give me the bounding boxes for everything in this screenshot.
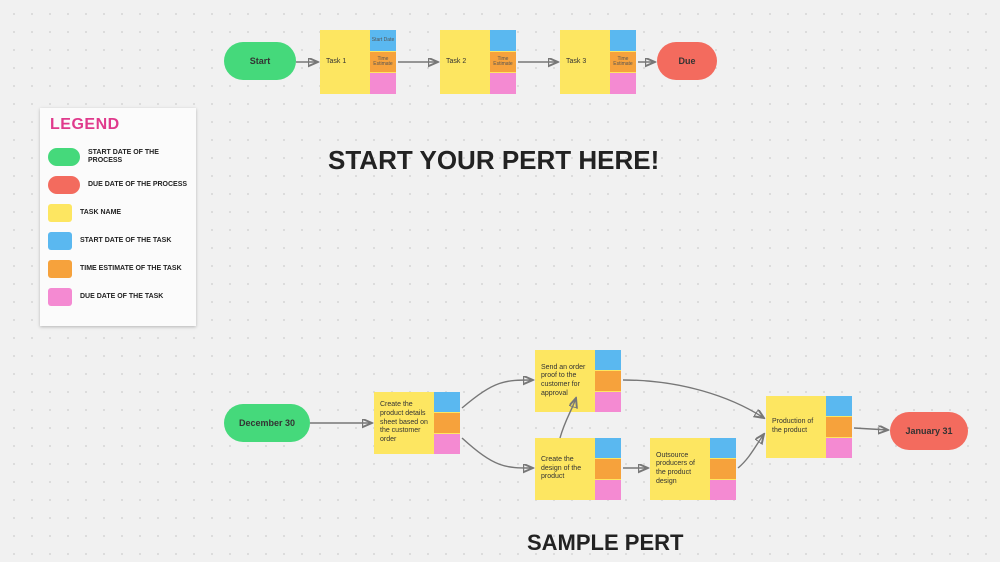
legend-swatch-task-name [48, 204, 72, 222]
chip-start [826, 396, 852, 416]
task-chips [595, 438, 621, 500]
task-chips: Start Date Time Estimate [370, 30, 396, 94]
legend-swatch-task-start [48, 232, 72, 250]
legend-swatch-due-process [48, 176, 80, 194]
task-chips [595, 350, 621, 412]
legend-label: DUE DATE OF THE PROCESS [88, 181, 187, 189]
task-name: Send an order proof to the customer for … [535, 350, 595, 412]
top-start-pill[interactable]: Start [224, 42, 296, 80]
legend-swatch-task-due [48, 288, 72, 306]
sample-card-create-design[interactable]: Create the design of the product [535, 438, 621, 500]
task-chips [434, 392, 460, 454]
legend-panel: LEGEND START DATE OF THE PROCESS DUE DAT… [40, 108, 196, 326]
chip-start [595, 438, 621, 458]
sample-card-outsource[interactable]: Outsource producers of the product desig… [650, 438, 736, 500]
task-name: Create the product details sheet based o… [374, 392, 434, 454]
chip-estimate [710, 459, 736, 479]
legend-label: TASK NAME [80, 209, 121, 217]
chip-due [490, 73, 516, 94]
chip-due [370, 73, 396, 94]
legend-row: TASK NAME [48, 204, 188, 222]
heading-sample: SAMPLE PERT [527, 530, 683, 556]
legend-title: LEGEND [48, 108, 188, 138]
canvas[interactable]: LEGEND START DATE OF THE PROCESS DUE DAT… [0, 0, 1000, 562]
sample-due-pill[interactable]: January 31 [890, 412, 968, 450]
legend-swatch-task-estimate [48, 260, 72, 278]
chip-start [710, 438, 736, 458]
top-task-card-3[interactable]: Task 3 Time Estimate [560, 30, 636, 94]
task-name: Outsource producers of the product desig… [650, 438, 710, 500]
chip-estimate [595, 371, 621, 391]
task-chips [826, 396, 852, 458]
legend-label: DUE DATE OF THE TASK [80, 293, 163, 301]
chip-start [610, 30, 636, 51]
chip-due [610, 73, 636, 94]
chip-due [710, 480, 736, 500]
heading-main: START YOUR PERT HERE! [328, 145, 659, 176]
chip-due [595, 392, 621, 412]
task-name: Create the design of the product [535, 438, 595, 500]
sample-start-pill[interactable]: December 30 [224, 404, 310, 442]
task-name: Task 3 [560, 30, 610, 94]
top-due-pill[interactable]: Due [657, 42, 717, 80]
chip-start: Start Date [370, 30, 396, 51]
chip-estimate: Time Estimate [370, 52, 396, 73]
chip-estimate [595, 459, 621, 479]
legend-label: START DATE OF THE TASK [80, 237, 171, 245]
chip-estimate: Time Estimate [490, 52, 516, 73]
top-task-card-1[interactable]: Task 1 Start Date Time Estimate [320, 30, 396, 94]
task-chips: Time Estimate [490, 30, 516, 94]
chip-estimate [434, 413, 460, 433]
legend-label: START DATE OF THE PROCESS [88, 149, 188, 166]
legend-swatch-start-process [48, 148, 80, 166]
chip-start [595, 350, 621, 370]
sample-card-send-proof[interactable]: Send an order proof to the customer for … [535, 350, 621, 412]
sample-card-create-sheet[interactable]: Create the product details sheet based o… [374, 392, 460, 454]
task-name: Task 2 [440, 30, 490, 94]
task-name: Task 1 [320, 30, 370, 94]
sample-card-production[interactable]: Production of the product [766, 396, 852, 458]
chip-due [595, 480, 621, 500]
chip-due [826, 438, 852, 458]
legend-row: START DATE OF THE TASK [48, 232, 188, 250]
chip-estimate: Time Estimate [610, 52, 636, 73]
task-chips [710, 438, 736, 500]
legend-label: TIME ESTIMATE OF THE TASK [80, 265, 182, 273]
legend-row: START DATE OF THE PROCESS [48, 148, 188, 166]
task-name: Production of the product [766, 396, 826, 458]
chip-due [434, 434, 460, 454]
task-chips: Time Estimate [610, 30, 636, 94]
chip-estimate [826, 417, 852, 437]
legend-row: DUE DATE OF THE PROCESS [48, 176, 188, 194]
chip-start [490, 30, 516, 51]
legend-row: TIME ESTIMATE OF THE TASK [48, 260, 188, 278]
chip-start [434, 392, 460, 412]
top-task-card-2[interactable]: Task 2 Time Estimate [440, 30, 516, 94]
legend-row: DUE DATE OF THE TASK [48, 288, 188, 306]
